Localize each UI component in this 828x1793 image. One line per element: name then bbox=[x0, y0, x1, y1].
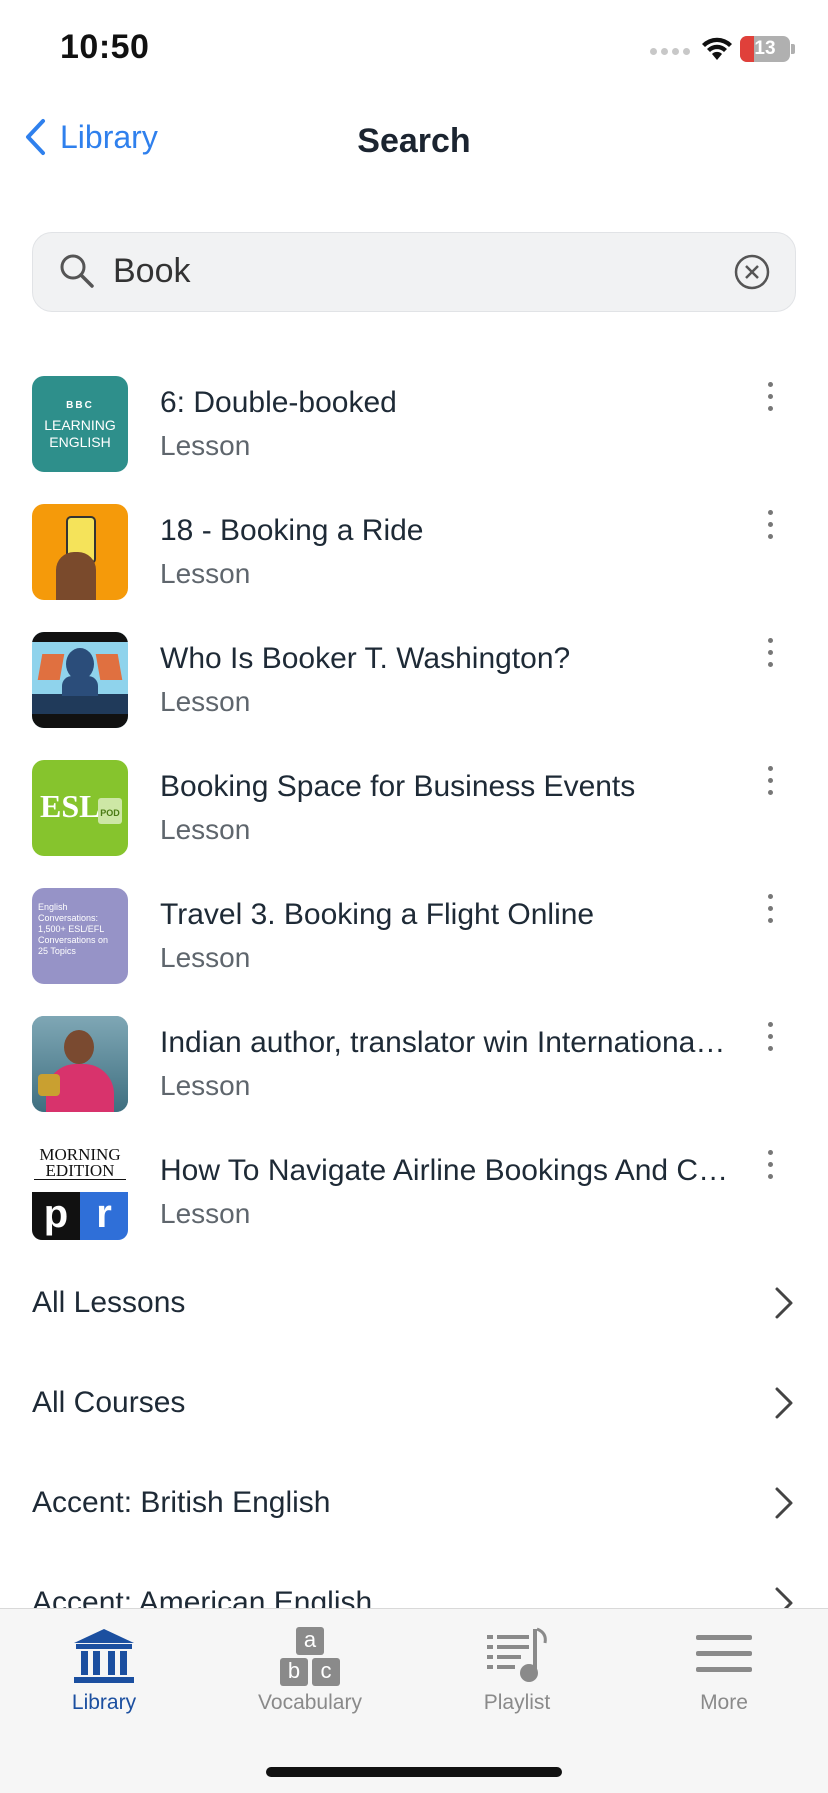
thumb-text: ENGLISH bbox=[49, 434, 111, 450]
playlist-icon bbox=[487, 1627, 547, 1682]
category-row-all-lessons[interactable]: All Lessons bbox=[0, 1256, 828, 1356]
list-item[interactable]: MORNING EDITION p r How To Navigate Airl… bbox=[0, 1138, 828, 1266]
tab-label: Vocabulary bbox=[258, 1691, 362, 1714]
home-indicator bbox=[266, 1767, 562, 1777]
cellular-signal-icon bbox=[650, 48, 692, 60]
lesson-thumbnail: MORNING EDITION p r bbox=[32, 1144, 128, 1240]
category-label: All Lessons bbox=[32, 1286, 186, 1319]
category-row-all-courses[interactable]: All Courses bbox=[0, 1356, 828, 1456]
list-item[interactable]: ESL POD Booking Space for Business Event… bbox=[0, 754, 828, 882]
lesson-type: Lesson bbox=[160, 942, 251, 973]
thumb-text: English bbox=[38, 902, 68, 912]
lesson-thumbnail bbox=[32, 504, 128, 600]
tab-label: Library bbox=[71, 1691, 137, 1714]
lesson-type: Lesson bbox=[160, 1198, 251, 1229]
lesson-type: Lesson bbox=[160, 1070, 251, 1101]
lesson-type: Lesson bbox=[160, 814, 251, 845]
category-label: Accent: British English bbox=[32, 1486, 331, 1519]
thumb-text: p bbox=[32, 1192, 80, 1240]
thumb-text: 25 Topics bbox=[38, 946, 76, 956]
page-title: Search bbox=[357, 122, 471, 160]
menu-icon bbox=[696, 1635, 752, 1672]
battery-level: 13 bbox=[754, 38, 776, 59]
thumb-text: ESL bbox=[40, 788, 101, 824]
navigation-bar: Library Search bbox=[0, 100, 828, 180]
search-icon bbox=[60, 254, 94, 288]
search-results-list: BBC LEARNING ENGLISH 6: Double-booked Le… bbox=[0, 370, 828, 1266]
lesson-title: 18 - Booking a Ride bbox=[160, 514, 424, 547]
more-options-icon[interactable] bbox=[760, 382, 780, 422]
tab-label: More bbox=[700, 1691, 748, 1714]
library-icon bbox=[74, 1629, 134, 1683]
chevron-right-icon bbox=[775, 1387, 793, 1419]
tab-label: Playlist bbox=[483, 1691, 551, 1714]
thumb-text: LEARNING bbox=[44, 417, 116, 433]
lesson-title: Who Is Booker T. Washington? bbox=[160, 642, 571, 675]
wifi-icon bbox=[702, 37, 732, 60]
category-label: All Courses bbox=[32, 1386, 186, 1419]
search-input[interactable]: Book bbox=[113, 252, 191, 291]
lesson-title: How To Navigate Airline Bookings And Can… bbox=[160, 1154, 730, 1187]
battery-icon: 13 bbox=[740, 36, 790, 62]
letter-block: c bbox=[312, 1658, 340, 1686]
tab-library[interactable]: Library bbox=[24, 1619, 184, 1719]
list-item[interactable]: Who Is Booker T. Washington? Lesson bbox=[0, 626, 828, 754]
chevron-right-icon bbox=[775, 1287, 793, 1319]
lesson-title: Booking Space for Business Events bbox=[160, 770, 636, 803]
thumb-text: r bbox=[80, 1192, 128, 1240]
thumb-text: Conversations: bbox=[38, 913, 99, 923]
status-bar: 10:50 13 bbox=[0, 0, 828, 100]
lesson-type: Lesson bbox=[160, 686, 251, 717]
lesson-thumbnail bbox=[32, 1016, 128, 1112]
vocabulary-icon: a b c bbox=[278, 1627, 342, 1687]
more-options-icon[interactable] bbox=[760, 510, 780, 550]
search-field[interactable]: Book bbox=[32, 232, 796, 312]
lesson-thumbnail: English Conversations: 1,500+ ESL/EFL Co… bbox=[32, 888, 128, 984]
letter-block: a bbox=[296, 1627, 324, 1655]
more-options-icon[interactable] bbox=[760, 1150, 780, 1190]
thumb-text: BBC bbox=[66, 400, 94, 411]
list-item[interactable]: 18 - Booking a Ride Lesson bbox=[0, 498, 828, 626]
lesson-type: Lesson bbox=[160, 430, 251, 461]
more-options-icon[interactable] bbox=[760, 894, 780, 934]
more-options-icon[interactable] bbox=[760, 638, 780, 678]
thumb-text: Conversations on bbox=[38, 935, 109, 945]
lesson-thumbnail bbox=[32, 632, 128, 728]
thumb-text: EDITION bbox=[34, 1162, 126, 1180]
tab-playlist[interactable]: Playlist bbox=[437, 1619, 597, 1719]
status-time: 10:50 bbox=[60, 28, 150, 66]
list-item[interactable]: BBC LEARNING ENGLISH 6: Double-booked Le… bbox=[0, 370, 828, 498]
thumb-text: POD bbox=[98, 798, 122, 824]
more-options-icon[interactable] bbox=[760, 1022, 780, 1062]
lesson-type: Lesson bbox=[160, 558, 251, 589]
list-item[interactable]: Indian author, translator win Internatio… bbox=[0, 1010, 828, 1138]
tab-more[interactable]: More bbox=[644, 1619, 804, 1719]
tab-bar: Library a b c Vocabulary Playlist More bbox=[0, 1608, 828, 1793]
thumb-text: 1,500+ ESL/EFL bbox=[38, 924, 105, 934]
chevron-right-icon bbox=[775, 1487, 793, 1519]
lesson-title: Indian author, translator win Internatio… bbox=[160, 1026, 730, 1059]
clear-search-icon[interactable] bbox=[733, 253, 771, 291]
list-item[interactable]: English Conversations: 1,500+ ESL/EFL Co… bbox=[0, 882, 828, 1010]
lesson-thumbnail: ESL POD bbox=[32, 760, 128, 856]
tab-vocabulary[interactable]: a b c Vocabulary bbox=[230, 1619, 390, 1719]
lesson-title: 6: Double-booked bbox=[160, 386, 397, 419]
category-row-british-english[interactable]: Accent: British English bbox=[0, 1456, 828, 1556]
lesson-title: Travel 3. Booking a Flight Online bbox=[160, 898, 595, 931]
more-options-icon[interactable] bbox=[760, 766, 780, 806]
lesson-thumbnail: BBC LEARNING ENGLISH bbox=[32, 376, 128, 472]
letter-block: b bbox=[280, 1658, 308, 1686]
